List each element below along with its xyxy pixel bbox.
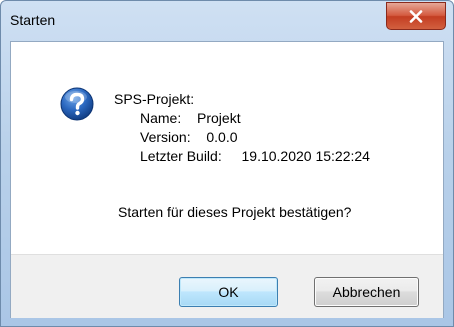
project-version-label: Version: [140, 129, 191, 145]
project-build-row: Letzter Build: 19.10.2020 15:22:24 [114, 147, 370, 166]
dialog-window: Starten SPS-Projekt: Name: Projekt Versi… [0, 0, 454, 327]
project-header: SPS-Projekt: [114, 91, 195, 107]
close-x-icon [409, 9, 423, 23]
dialog-client-area: SPS-Projekt: Name: Projekt Version: 0.0.… [10, 41, 444, 318]
dialog-content: SPS-Projekt: Name: Projekt Version: 0.0.… [11, 42, 443, 254]
project-info: SPS-Projekt: Name: Projekt Version: 0.0.… [114, 90, 370, 166]
close-button[interactable] [386, 2, 446, 30]
project-name-row: Name: Projekt [114, 109, 370, 128]
title-bar: Starten [1, 1, 453, 41]
project-build-label: Letzter Build: [140, 148, 222, 164]
project-version-value: 0.0.0 [206, 129, 238, 145]
project-name-label: Name: [140, 110, 182, 126]
project-name-value: Projekt [197, 110, 241, 126]
project-version-row: Version: 0.0.0 [114, 128, 370, 147]
confirmation-question: Starten für dieses Projekt bestätigen? [118, 204, 352, 220]
project-build-value: 19.10.2020 15:22:24 [241, 148, 370, 164]
ok-button[interactable]: OK [179, 277, 278, 307]
window-title: Starten [10, 12, 56, 28]
cancel-button[interactable]: Abbrechen [314, 277, 419, 307]
help-question-icon [60, 87, 94, 121]
button-bar: OK Abbrechen [11, 254, 443, 318]
